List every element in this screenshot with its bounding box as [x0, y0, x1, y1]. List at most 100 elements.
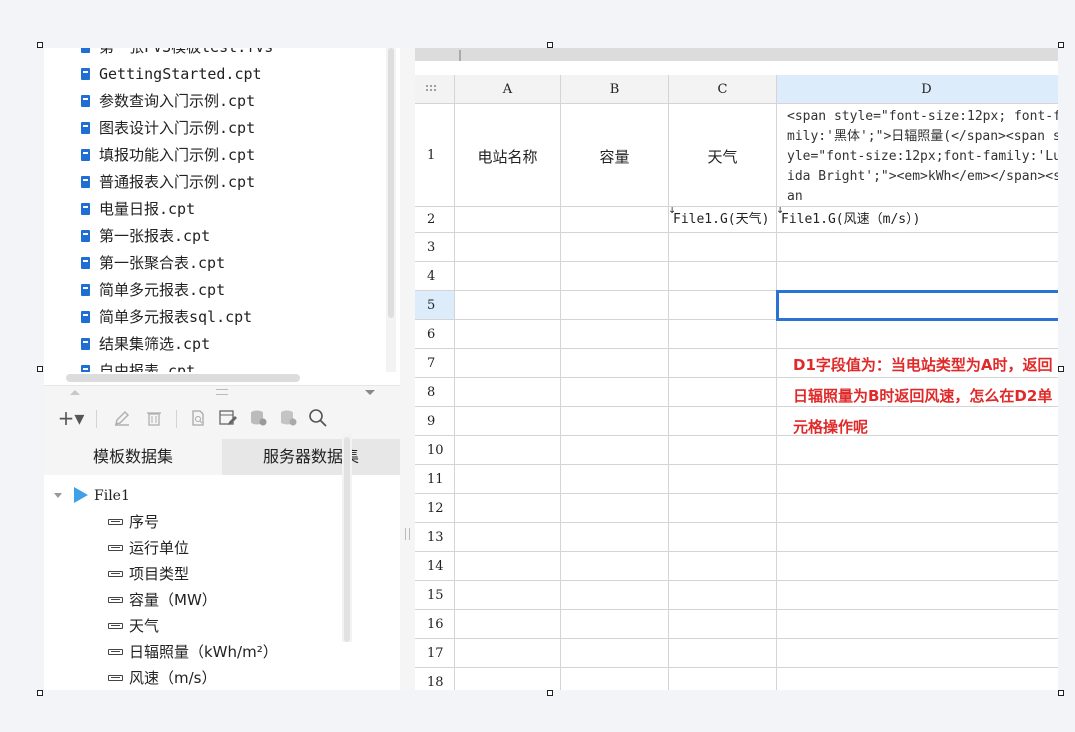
dataset-field-item[interactable]: 序号 — [108, 509, 159, 535]
cell-c6[interactable] — [669, 320, 777, 349]
cell-d12[interactable] — [777, 494, 1058, 523]
cell-d14[interactable] — [777, 552, 1058, 581]
add-dataset-button[interactable]: +▾ — [54, 405, 88, 431]
cell-d2[interactable]: ↓File1.G(风速（m/s）) — [777, 207, 1058, 233]
cell-b14[interactable] — [561, 552, 669, 581]
dataset-field-item[interactable]: 日辐照量（kWh/m²） — [108, 639, 278, 665]
cell-b11[interactable] — [561, 465, 669, 494]
cell-c5[interactable] — [669, 291, 777, 320]
dataset-field-item[interactable]: 天气 — [108, 613, 159, 639]
cell-b6[interactable] — [561, 320, 669, 349]
cell-a15[interactable] — [455, 581, 561, 610]
cell-c4[interactable] — [669, 262, 777, 291]
cell-c3[interactable] — [669, 233, 777, 262]
template-file-item[interactable]: 填报功能入门示例.cpt — [81, 142, 255, 169]
cell-b16[interactable] — [561, 610, 669, 639]
cell-b17[interactable] — [561, 639, 669, 668]
cell-d13[interactable] — [777, 523, 1058, 552]
cell-d16[interactable] — [777, 610, 1058, 639]
selected-cell-outline[interactable] — [776, 290, 1058, 321]
cell-b3[interactable] — [561, 233, 669, 262]
cell-a12[interactable] — [455, 494, 561, 523]
cell-c14[interactable] — [669, 552, 777, 581]
template-file-item[interactable]: 第一张FVS模板test.fvs — [81, 48, 273, 61]
splitter-grip-icon[interactable] — [216, 389, 228, 395]
template-file-item[interactable]: 结果集筛选.cpt — [81, 331, 210, 358]
cell-c17[interactable] — [669, 639, 777, 668]
cell-a5[interactable] — [455, 291, 561, 320]
cell-a3[interactable] — [455, 233, 561, 262]
cell-d1[interactable]: <span style="font-size:12px; font-family… — [777, 104, 1058, 207]
dataset-field-item[interactable]: 容量（MW） — [108, 587, 217, 613]
cell-b9[interactable] — [561, 407, 669, 436]
panel-splitter[interactable] — [44, 385, 400, 400]
cell-d17[interactable] — [777, 639, 1058, 668]
cell-c2[interactable]: ↓File1.G(天气) — [669, 207, 777, 233]
tab-template-dataset[interactable]: 模板数据集 — [44, 439, 222, 475]
template-file-item[interactable]: 简单多元报表sql.cpt — [81, 304, 252, 331]
cell-b4[interactable] — [561, 262, 669, 291]
row-header-9[interactable]: 9 — [415, 407, 455, 436]
row-header-8[interactable]: 8 — [415, 378, 455, 407]
vertical-splitter[interactable] — [400, 48, 415, 690]
cell-a11[interactable] — [455, 465, 561, 494]
cell-a16[interactable] — [455, 610, 561, 639]
cell-a17[interactable] — [455, 639, 561, 668]
resize-handle-bottom-right[interactable] — [1058, 690, 1064, 696]
cell-d4[interactable] — [777, 262, 1058, 291]
cell-a4[interactable] — [455, 262, 561, 291]
dataset-field-item[interactable]: 项目类型 — [108, 561, 189, 587]
template-file-item[interactable]: 电量日报.cpt — [81, 196, 195, 223]
row-header-18[interactable]: 18 — [415, 668, 455, 690]
row-header-17[interactable]: 17 — [415, 639, 455, 668]
cell-a13[interactable] — [455, 523, 561, 552]
cell-b18[interactable] — [561, 668, 669, 690]
template-list-scroll-thumb[interactable] — [388, 48, 394, 318]
row-header-14[interactable]: 14 — [415, 552, 455, 581]
resize-handle-bottom-left[interactable] — [37, 690, 43, 696]
template-file-item[interactable]: 普通报表入门示例.cpt — [81, 169, 255, 196]
cell-a9[interactable] — [455, 407, 561, 436]
cell-c15[interactable] — [669, 581, 777, 610]
trash-icon[interactable] — [142, 405, 166, 431]
cell-b12[interactable] — [561, 494, 669, 523]
cell-b1[interactable]: 容量 — [561, 104, 669, 207]
pencil-icon[interactable] — [110, 405, 134, 431]
cell-d15[interactable] — [777, 581, 1058, 610]
cell-b8[interactable] — [561, 378, 669, 407]
cell-a2[interactable] — [455, 207, 561, 233]
select-all-corner[interactable] — [415, 75, 455, 104]
cell-b13[interactable] — [561, 523, 669, 552]
preview-icon[interactable] — [186, 405, 210, 431]
cell-c7[interactable] — [669, 349, 777, 378]
column-header-b[interactable]: B — [561, 75, 669, 104]
cell-a8[interactable] — [455, 378, 561, 407]
cell-c11[interactable] — [669, 465, 777, 494]
template-file-item[interactable]: 简单多元报表.cpt — [81, 277, 225, 304]
row-header-13[interactable]: 13 — [415, 523, 455, 552]
row-header-10[interactable]: 10 — [415, 436, 455, 465]
cell-c18[interactable] — [669, 668, 777, 690]
collapse-down-icon[interactable] — [365, 390, 375, 395]
dataset-field-item[interactable]: 运行单位 — [108, 535, 189, 561]
search-icon[interactable] — [306, 405, 330, 431]
column-header-a[interactable]: A — [455, 75, 561, 104]
row-header-5[interactable]: 5 — [415, 291, 455, 320]
cell-a10[interactable] — [455, 436, 561, 465]
tab-server-dataset[interactable]: 服务器数据集 — [222, 439, 400, 475]
cell-d11[interactable] — [777, 465, 1058, 494]
cell-c16[interactable] — [669, 610, 777, 639]
resize-handle-middle-right[interactable] — [1058, 366, 1064, 372]
cell-c12[interactable] — [669, 494, 777, 523]
template-file-item[interactable]: 自由报表.cpt — [81, 358, 195, 372]
cell-c9[interactable] — [669, 407, 777, 436]
cell-c1[interactable]: 天气 — [669, 104, 777, 207]
resize-handle-top-right[interactable] — [1058, 42, 1064, 48]
cell-d3[interactable] — [777, 233, 1058, 262]
cell-c10[interactable] — [669, 436, 777, 465]
cell-d18[interactable] — [777, 668, 1058, 690]
row-header-4[interactable]: 4 — [415, 262, 455, 291]
dataset-tree-scroll-thumb[interactable] — [344, 437, 350, 642]
cell-a18[interactable] — [455, 668, 561, 690]
splitter-grip-icon[interactable] — [405, 528, 410, 540]
